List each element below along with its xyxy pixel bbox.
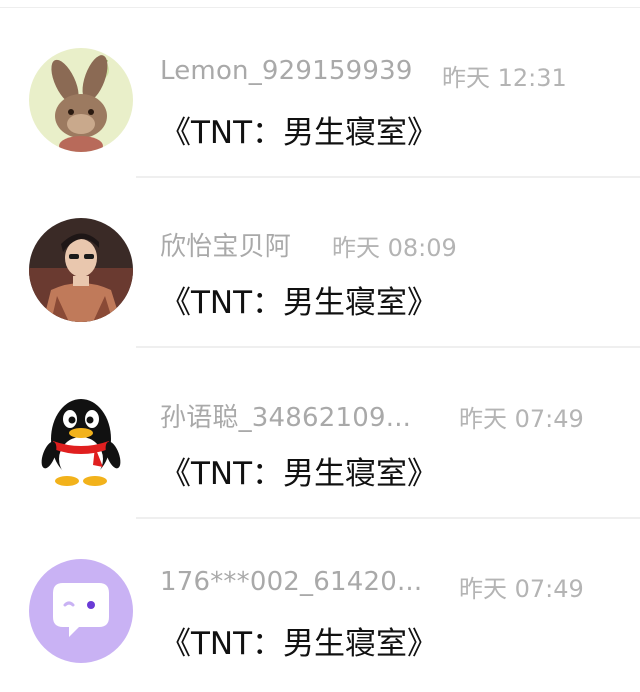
message-time: 昨天 07:49 (459, 575, 584, 603)
sender-name: 176***002_61420... (160, 567, 423, 597)
message-row[interactable]: Lemon_929159939 昨天 12:31 《TNT：男生寝室》 (0, 8, 640, 178)
qq-penguin-avatar[interactable] (29, 389, 133, 493)
message-text: 《TNT：男生寝室》 (160, 285, 439, 321)
message-time: 昨天 07:49 (459, 405, 584, 433)
message-time: 昨天 08:09 (332, 234, 457, 262)
message-row[interactable]: 欣怡宝贝阿 昨天 08:09 《TNT：男生寝室》 (0, 178, 640, 348)
message-text: 《TNT：男生寝室》 (160, 115, 439, 151)
default-chat-bubble-avatar[interactable] (29, 559, 133, 663)
message-text: 《TNT：男生寝室》 (160, 626, 439, 662)
message-text: 《TNT：男生寝室》 (160, 456, 439, 492)
row-divider (136, 346, 640, 348)
bunny-plush-avatar[interactable] (29, 48, 133, 152)
message-row[interactable]: 孙语聪_34862109... 昨天 07:49 《TNT：男生寝室》 (0, 349, 640, 519)
sender-name: 孙语聪_34862109... (160, 403, 412, 433)
sender-name: Lemon_929159939 (160, 56, 413, 86)
sender-name: 欣怡宝贝阿 (160, 232, 292, 262)
message-time: 昨天 12:31 (442, 64, 567, 92)
message-row[interactable]: 176***002_61420... 昨天 07:49 《TNT：男生寝室》 (0, 519, 640, 689)
message-list: Lemon_929159939 昨天 12:31 《TNT：男生寝室》 欣怡宝贝… (0, 0, 640, 692)
person-photo-avatar[interactable] (29, 218, 133, 322)
